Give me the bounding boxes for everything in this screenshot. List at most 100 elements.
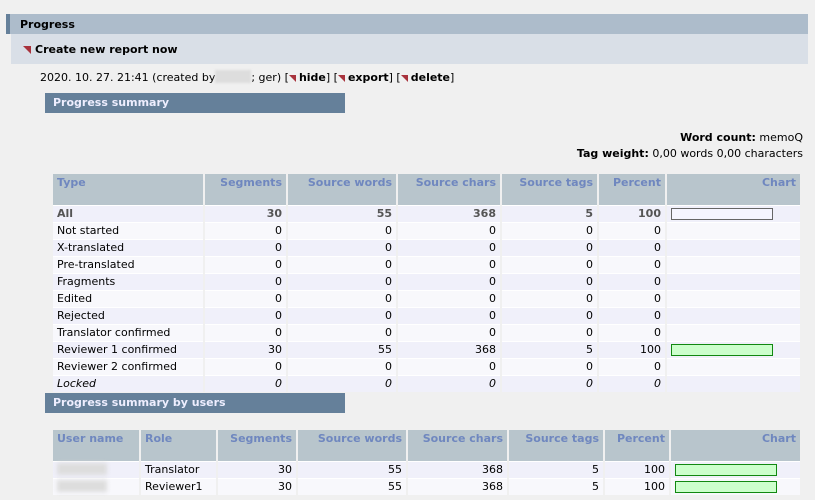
table-row: Pre-translated 0 0 0 0 0 (53, 255, 800, 273)
cell-percent: 0 (598, 374, 667, 392)
cell-user (53, 460, 141, 478)
cell-segments: 0 (204, 289, 288, 307)
cell-chars: 0 (397, 221, 502, 239)
triangle-icon (288, 75, 296, 82)
table-row: Reviewer1 30 55 368 5 100 (53, 477, 800, 495)
word-count-value: memoQ (759, 131, 803, 144)
cell-percent: 0 (598, 238, 667, 256)
cell-chart (666, 340, 800, 358)
cell-chars: 0 (397, 306, 502, 324)
cell-type: Pre-translated (53, 255, 205, 273)
redacted-username (215, 70, 252, 83)
cell-chars: 0 (397, 255, 502, 273)
cell-tags: 0 (501, 374, 599, 392)
report-date: 2020. 10. 27. 21:41 (40, 71, 149, 84)
cell-chars: 0 (397, 374, 502, 392)
cell-role: Translator (140, 460, 218, 478)
progress-summary-table: Type Segments Source words Source chars Sour… (53, 174, 800, 392)
cell-segments: 0 (204, 306, 288, 324)
cell-chart (666, 306, 800, 324)
table-row: Translator 30 55 368 5 100 (53, 460, 800, 478)
hide-link[interactable]: hide (299, 71, 326, 84)
triangle-icon (337, 75, 345, 82)
cell-chars: 368 (397, 340, 502, 358)
cell-words: 0 (287, 306, 398, 324)
cell-tags: 0 (501, 272, 599, 290)
column-header: Source chars (407, 430, 509, 461)
cell-segments: 0 (204, 272, 288, 290)
cell-percent: 0 (598, 289, 667, 307)
column-header: Segments (217, 430, 298, 461)
redacted-username (57, 463, 107, 475)
column-header: Type (53, 174, 205, 205)
column-header: User name (53, 430, 141, 461)
cell-chart (666, 238, 800, 256)
progress-summary-title: Progress summary (45, 93, 345, 113)
cell-chars: 0 (397, 289, 502, 307)
cell-words: 55 (287, 204, 398, 222)
cell-chart (666, 289, 800, 307)
redacted-username (57, 480, 107, 492)
cell-words: 0 (287, 374, 398, 392)
cell-type: Edited (53, 289, 205, 307)
delete-link[interactable]: delete (411, 71, 450, 84)
cell-chart (666, 272, 800, 290)
cell-type: Locked (53, 374, 205, 392)
cell-chart (666, 204, 800, 222)
table-row: Rejected 0 0 0 0 0 (53, 306, 800, 324)
word-count-label: Word count: (680, 131, 756, 144)
progress-bar (671, 207, 773, 220)
progress-header: Progress (6, 14, 808, 34)
cell-chart (666, 374, 800, 392)
table-row: Locked 0 0 0 0 0 (53, 374, 800, 392)
cell-percent: 100 (598, 204, 667, 222)
cell-chart (670, 460, 800, 478)
export-link[interactable]: export (348, 71, 389, 84)
cell-percent: 0 (598, 323, 667, 341)
table-row: X-translated 0 0 0 0 0 (53, 238, 800, 256)
cell-type: Not started (53, 221, 205, 239)
cell-segments: 30 (217, 460, 298, 478)
column-header: Chart (666, 174, 800, 205)
cell-chart (666, 323, 800, 341)
cell-percent: 100 (604, 460, 671, 478)
column-header: Source words (287, 174, 398, 205)
create-label: Create new report now (35, 43, 178, 56)
cell-tags: 5 (501, 204, 599, 222)
cell-segments: 30 (204, 204, 288, 222)
column-header: Segments (204, 174, 288, 205)
cell-type: Fragments (53, 272, 205, 290)
cell-chars: 0 (397, 323, 502, 341)
cell-segments: 0 (204, 374, 288, 392)
cell-segments: 0 (204, 357, 288, 375)
table-row: All 30 55 368 5 100 (53, 204, 800, 222)
cell-words: 55 (287, 340, 398, 358)
cell-type: X-translated (53, 238, 205, 256)
cell-tags: 0 (501, 289, 599, 307)
report-info: 2020. 10. 27. 21:41 (created by; ger) [h… (40, 70, 455, 84)
cell-percent: 0 (598, 255, 667, 273)
cell-segments: 0 (204, 323, 288, 341)
column-header: Role (140, 430, 218, 461)
cell-percent: 0 (598, 357, 667, 375)
progress-bar (675, 463, 777, 476)
tag-weight-label: Tag weight: (576, 147, 649, 160)
cell-tags: 5 (508, 460, 605, 478)
cell-words: 0 (287, 289, 398, 307)
table-row: Translator confirmed 0 0 0 0 0 (53, 323, 800, 341)
cell-chart (666, 255, 800, 273)
cell-words: 55 (297, 460, 408, 478)
users-summary-table: User name Role Segments Source words Source … (53, 430, 800, 495)
cell-type: Translator confirmed (53, 323, 205, 341)
triangle-icon (400, 75, 408, 82)
cell-percent: 100 (598, 340, 667, 358)
table-row: Reviewer 1 confirmed 30 55 368 5 100 (53, 340, 800, 358)
created-by-prefix: (created by (152, 71, 216, 84)
column-header: Source tags (501, 174, 599, 205)
triangle-icon (23, 46, 31, 54)
create-new-report-link[interactable]: Create new report now (11, 34, 808, 64)
cell-tags: 0 (501, 357, 599, 375)
word-count: Word count: memoQ (680, 131, 803, 144)
tag-weight-value: 0,00 words 0,00 characters (652, 147, 803, 160)
progress-bar (675, 480, 777, 493)
